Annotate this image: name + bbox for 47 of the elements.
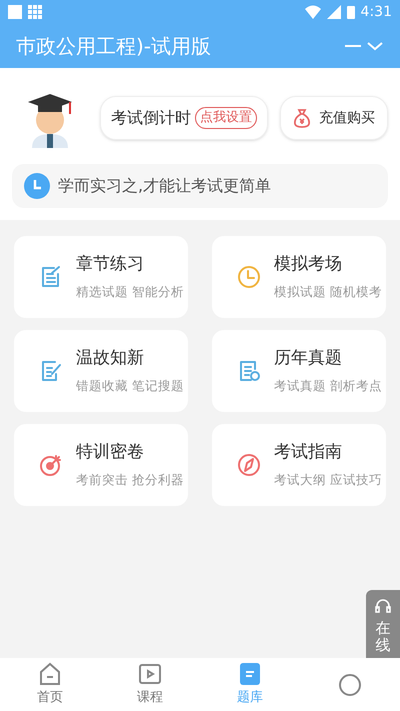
clock-icon <box>236 264 262 290</box>
recharge-button[interactable]: 充值购买 <box>280 96 388 140</box>
module-title: 章节练习 <box>76 252 145 276</box>
module-subtitle: 模拟试题 随机模考 <box>274 283 382 302</box>
module-card[interactable]: 章节练习 精选试题 智能分析 <box>14 236 188 318</box>
signal-icon <box>326 5 341 19</box>
nav-tab[interactable]: 课程 <box>100 658 200 711</box>
target-icon <box>38 452 64 478</box>
module-subtitle: 考试真题 剖析考点 <box>274 377 382 396</box>
status-time: 4:31 <box>360 3 392 22</box>
nav-label: 题库 <box>237 688 263 707</box>
motto-text: 学而实习之,才能让考试更简单 <box>58 175 272 197</box>
module-title: 模拟考场 <box>274 252 343 276</box>
online-consult-tab[interactable]: 在线 <box>366 590 400 658</box>
module-subtitle: 错题收藏 笔记搜题 <box>76 377 184 396</box>
home-icon <box>38 662 62 686</box>
set-countdown-link[interactable]: 点我设置 <box>195 107 257 129</box>
module-title: 温故知新 <box>76 346 145 370</box>
list-icon <box>238 662 262 686</box>
module-title: 考试指南 <box>274 440 343 464</box>
battery-icon <box>346 5 355 19</box>
module-subtitle: 考试大纲 应试技巧 <box>274 471 382 490</box>
chevron-down-icon[interactable] <box>366 40 384 52</box>
square-icon <box>8 5 22 19</box>
nav-tab[interactable]: 首页 <box>0 658 100 711</box>
wifi-icon <box>304 5 321 19</box>
headset-icon <box>374 598 392 616</box>
header-title: 巿政公用工程)-试用版 <box>16 33 212 60</box>
countdown-label: 考试倒计时 <box>111 107 191 129</box>
module-title: 特训密卷 <box>76 440 145 464</box>
module-card[interactable]: 历年真题 考试真题 剖析考点 <box>212 330 386 412</box>
video-icon <box>138 662 162 686</box>
module-subtitle: 精选试题 智能分析 <box>76 283 184 302</box>
compass-icon <box>236 452 262 478</box>
module-title: 历年真题 <box>274 346 343 370</box>
grid-icon <box>28 5 42 19</box>
consult-label: 在线 <box>376 620 390 653</box>
clock-icon <box>24 173 50 199</box>
money-bag-icon <box>293 108 311 128</box>
nav-label: 首页 <box>37 688 63 707</box>
module-card[interactable]: 特训密卷 考前突击 抢分利器 <box>14 424 188 506</box>
module-card[interactable]: 考试指南 考试大纲 应试技巧 <box>212 424 386 506</box>
countdown-card[interactable]: 考试倒计时 点我设置 <box>100 96 268 140</box>
nav-label: 课程 <box>137 688 163 707</box>
module-card[interactable]: 模拟考场 模拟试题 随机模考 <box>212 236 386 318</box>
module-subtitle: 考前突击 抢分利器 <box>76 471 184 490</box>
module-card[interactable]: 温故知新 错题收藏 笔记搜题 <box>14 330 188 412</box>
